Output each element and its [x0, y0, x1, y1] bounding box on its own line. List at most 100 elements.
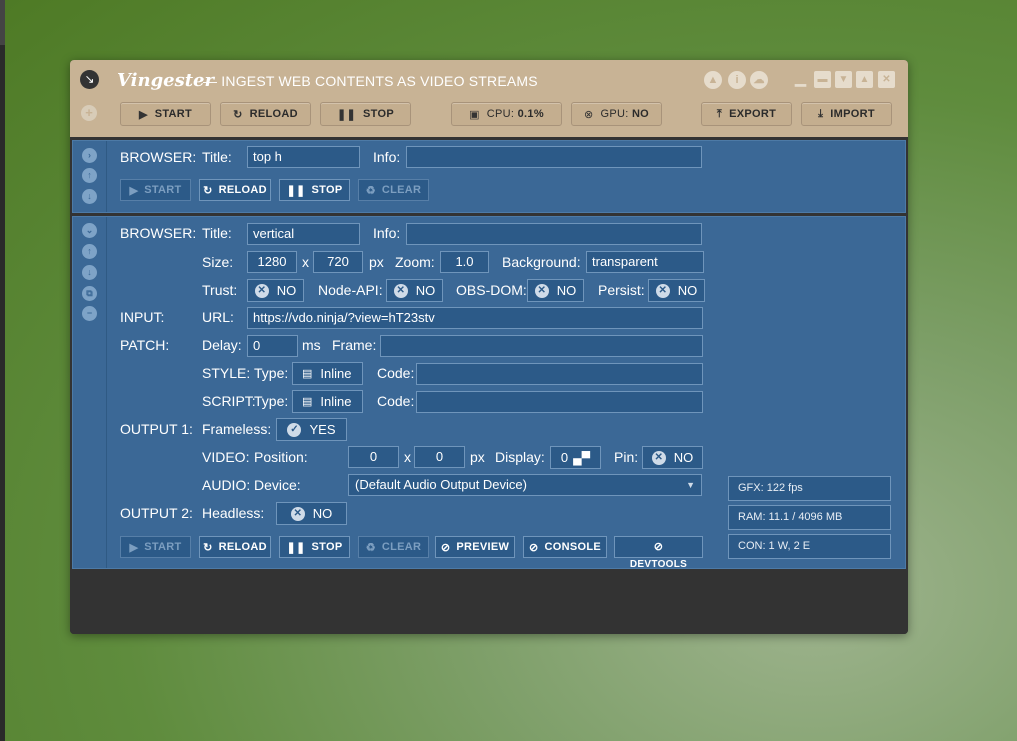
collapse-up-icon[interactable]: ▲ [856, 71, 873, 88]
pause-icon: ❚❚ [337, 108, 357, 121]
preview-button[interactable]: ⊘ PREVIEW [435, 536, 515, 558]
browser-1-sidebar: › ↑ ↓ [73, 141, 107, 212]
gpu-toggle[interactable]: ⊗ GPU: NO [571, 102, 662, 126]
position-x-input[interactable]: 0 [348, 446, 399, 468]
delay-input[interactable]: 0 [247, 335, 298, 357]
gfx-stat: GFX: 122 fps [728, 476, 891, 501]
node-api-label: Node-API: [318, 282, 383, 298]
warning-icon[interactable]: ▲ [704, 71, 722, 89]
pin-toggle[interactable]: ✕ NO [642, 446, 703, 469]
frameless-value: YES [309, 422, 336, 437]
duplicate-icon[interactable]: ⧉ [82, 286, 97, 301]
browser-panel-2: ⌄ ↑ ↓ ⧉ − BROWSER: Title: vertical Info:… [72, 216, 906, 570]
browser-1-start-label: START [144, 184, 182, 196]
clear-button[interactable]: ♻ CLEAR [358, 536, 429, 558]
move-down-icon[interactable]: ↓ [82, 189, 97, 204]
script-type-select[interactable]: ▤ Inline [292, 390, 363, 413]
frameless-toggle[interactable]: ✓ YES [276, 418, 347, 441]
style-type-select[interactable]: ▤ Inline [292, 362, 363, 385]
move-up-icon[interactable]: ↑ [82, 244, 97, 259]
browser-1-reload-button[interactable]: ↻ RELOAD [199, 179, 271, 201]
size-label: Size: [202, 254, 234, 270]
reload-icon: ↻ [203, 184, 213, 197]
pin-label: Pin: [614, 449, 639, 465]
console-button[interactable]: ⊘ CONSOLE [523, 536, 607, 558]
devtools-label: DEVTOOLS [629, 559, 688, 570]
con-stat: CON: 1 W, 2 E [728, 534, 891, 559]
import-label: IMPORT [830, 108, 875, 120]
monitor-icon: ▄▀ [573, 450, 591, 465]
reload-button[interactable]: ↻ RELOAD [199, 536, 271, 558]
cloud-icon[interactable]: ☁ [750, 71, 768, 89]
no-icon: ✕ [655, 283, 670, 298]
style-code-input[interactable] [416, 363, 703, 385]
browser-1-section-label: BROWSER: [120, 149, 197, 165]
obs-dom-value: NO [556, 283, 577, 298]
export-button[interactable]: ⤒ EXPORT [701, 102, 792, 126]
browser-1-clear-label: CLEAR [381, 184, 422, 196]
stop-label: STOP [311, 541, 343, 553]
trust-toggle[interactable]: ✕ NO [247, 279, 304, 302]
reload-all-button[interactable]: ↻ RELOAD [220, 102, 311, 126]
reload-icon: ↻ [233, 108, 243, 121]
zoom-input[interactable]: 1.0 [440, 251, 489, 273]
devtools-button[interactable]: ⊘ DEVTOOLS [614, 536, 703, 570]
browser-panel-1: › ↑ ↓ BROWSER: Title: top h Info: ▶ START… [72, 140, 906, 213]
trust-value: NO [276, 283, 297, 298]
persist-label: Persist: [598, 282, 645, 298]
delay-unit: ms [302, 337, 321, 353]
download-icon: ⤓ [818, 107, 824, 120]
headless-label: Headless: [202, 505, 265, 521]
title-input[interactable]: vertical [247, 223, 360, 245]
info-input[interactable] [406, 223, 702, 245]
browser-1-info-input[interactable] [406, 146, 702, 168]
width-input[interactable]: 1280 [247, 251, 297, 273]
import-button[interactable]: ⤓ IMPORT [801, 102, 892, 126]
start-all-button[interactable]: ▶ START [120, 102, 211, 126]
minimize-icon[interactable]: ▁ [792, 71, 809, 88]
browser-1-start-button[interactable]: ▶ START [120, 179, 191, 201]
headless-toggle[interactable]: ✕ NO [276, 502, 347, 525]
close-icon[interactable]: ✕ [878, 71, 895, 88]
cpu-label: CPU: [486, 108, 515, 120]
browser-1-clear-button[interactable]: ♻ CLEAR [358, 179, 429, 201]
expand-icon[interactable]: › [82, 148, 97, 163]
display-select[interactable]: 0 ▄▀ [550, 446, 601, 469]
background-input[interactable]: transparent [586, 251, 704, 273]
browser-1-title-input[interactable]: top h [247, 146, 360, 168]
headless-value: NO [312, 506, 333, 521]
maximize-icon[interactable]: ▬ [814, 71, 831, 88]
obs-dom-toggle[interactable]: ✕ NO [527, 279, 584, 302]
remove-icon[interactable]: − [82, 306, 97, 321]
style-type-label: Type: [254, 365, 289, 381]
browser-1-reload-label: RELOAD [218, 184, 267, 196]
collapse-down-icon[interactable]: ▼ [835, 71, 852, 88]
frame-input[interactable] [380, 335, 703, 357]
browser-2-sidebar: ⌄ ↑ ↓ ⧉ − [73, 217, 107, 568]
size-separator: x [302, 254, 309, 270]
collapse-icon[interactable]: ⌄ [82, 223, 97, 238]
stop-all-button[interactable]: ❚❚ STOP [320, 102, 411, 126]
height-input[interactable]: 720 [313, 251, 363, 273]
browser-1-title-label: Title: [202, 149, 232, 165]
node-api-toggle[interactable]: ✕ NO [386, 279, 443, 302]
url-input[interactable]: https://vdo.ninja/?view=hT23stv [247, 307, 703, 329]
frameless-label: Frameless: [202, 421, 272, 437]
zoom-label: Zoom: [395, 254, 435, 270]
move-up-icon[interactable]: ↑ [82, 168, 97, 183]
info-icon[interactable]: i [728, 71, 746, 89]
position-y-input[interactable]: 0 [414, 446, 465, 468]
browser-1-info-label: Info: [373, 149, 401, 165]
script-code-input[interactable] [416, 391, 703, 413]
browser-1-stop-button[interactable]: ❚❚ STOP [279, 179, 350, 201]
start-button[interactable]: ▶ START [120, 536, 191, 558]
move-down-icon[interactable]: ↓ [82, 265, 97, 280]
app-window: ↘ Vingester — INGEST WEB CONTENTS AS VID… [70, 60, 908, 634]
display-label: Display: [495, 449, 545, 465]
add-browser-icon[interactable]: + [81, 105, 97, 121]
reload-label: RELOAD [218, 541, 267, 553]
persist-toggle[interactable]: ✕ NO [648, 279, 705, 302]
dropdown-arrow-icon: ▼ [686, 480, 695, 490]
stop-button[interactable]: ❚❚ STOP [279, 536, 350, 558]
audio-device-select[interactable]: (Default Audio Output Device) ▼ [348, 474, 702, 496]
